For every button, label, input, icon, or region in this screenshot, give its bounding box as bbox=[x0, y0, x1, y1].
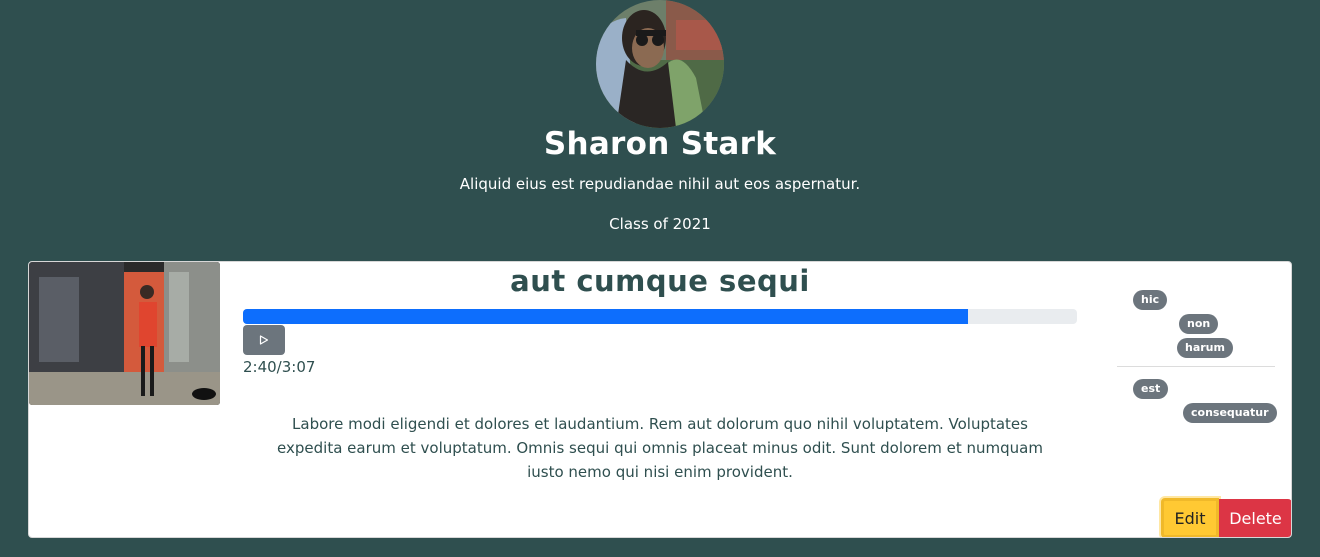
track-card: aut cumque sequi 2:40/3:07 Labore modi e… bbox=[28, 261, 1292, 538]
profile-class-year: Class of 2021 bbox=[609, 215, 711, 233]
track-time: 2:40/3:07 bbox=[243, 358, 316, 376]
profile-bio: Aliquid eius est repudiandae nihil aut e… bbox=[459, 175, 861, 193]
tag[interactable]: hic bbox=[1133, 290, 1168, 310]
profile-name: Sharon Stark bbox=[543, 126, 777, 162]
tag[interactable]: consequatur bbox=[1183, 403, 1277, 423]
track-progress-bar[interactable] bbox=[243, 309, 1077, 324]
track-title: aut cumque sequi bbox=[510, 264, 810, 298]
delete-button[interactable]: Delete bbox=[1219, 499, 1291, 537]
avatar bbox=[596, 0, 724, 128]
avatar-photo bbox=[596, 0, 724, 128]
track-thumbnail[interactable] bbox=[29, 262, 220, 405]
thumbnail-image bbox=[29, 262, 220, 405]
edit-button[interactable]: Edit bbox=[1161, 498, 1219, 537]
track-progress-fill bbox=[243, 309, 968, 324]
tag[interactable]: non bbox=[1179, 314, 1219, 334]
tag[interactable]: harum bbox=[1177, 338, 1233, 358]
play-icon bbox=[259, 335, 269, 345]
tag-divider bbox=[1117, 366, 1275, 367]
tag[interactable]: est bbox=[1133, 379, 1169, 399]
play-button[interactable] bbox=[243, 325, 285, 355]
track-description: Labore modi eligendi et dolores et lauda… bbox=[277, 415, 1043, 481]
